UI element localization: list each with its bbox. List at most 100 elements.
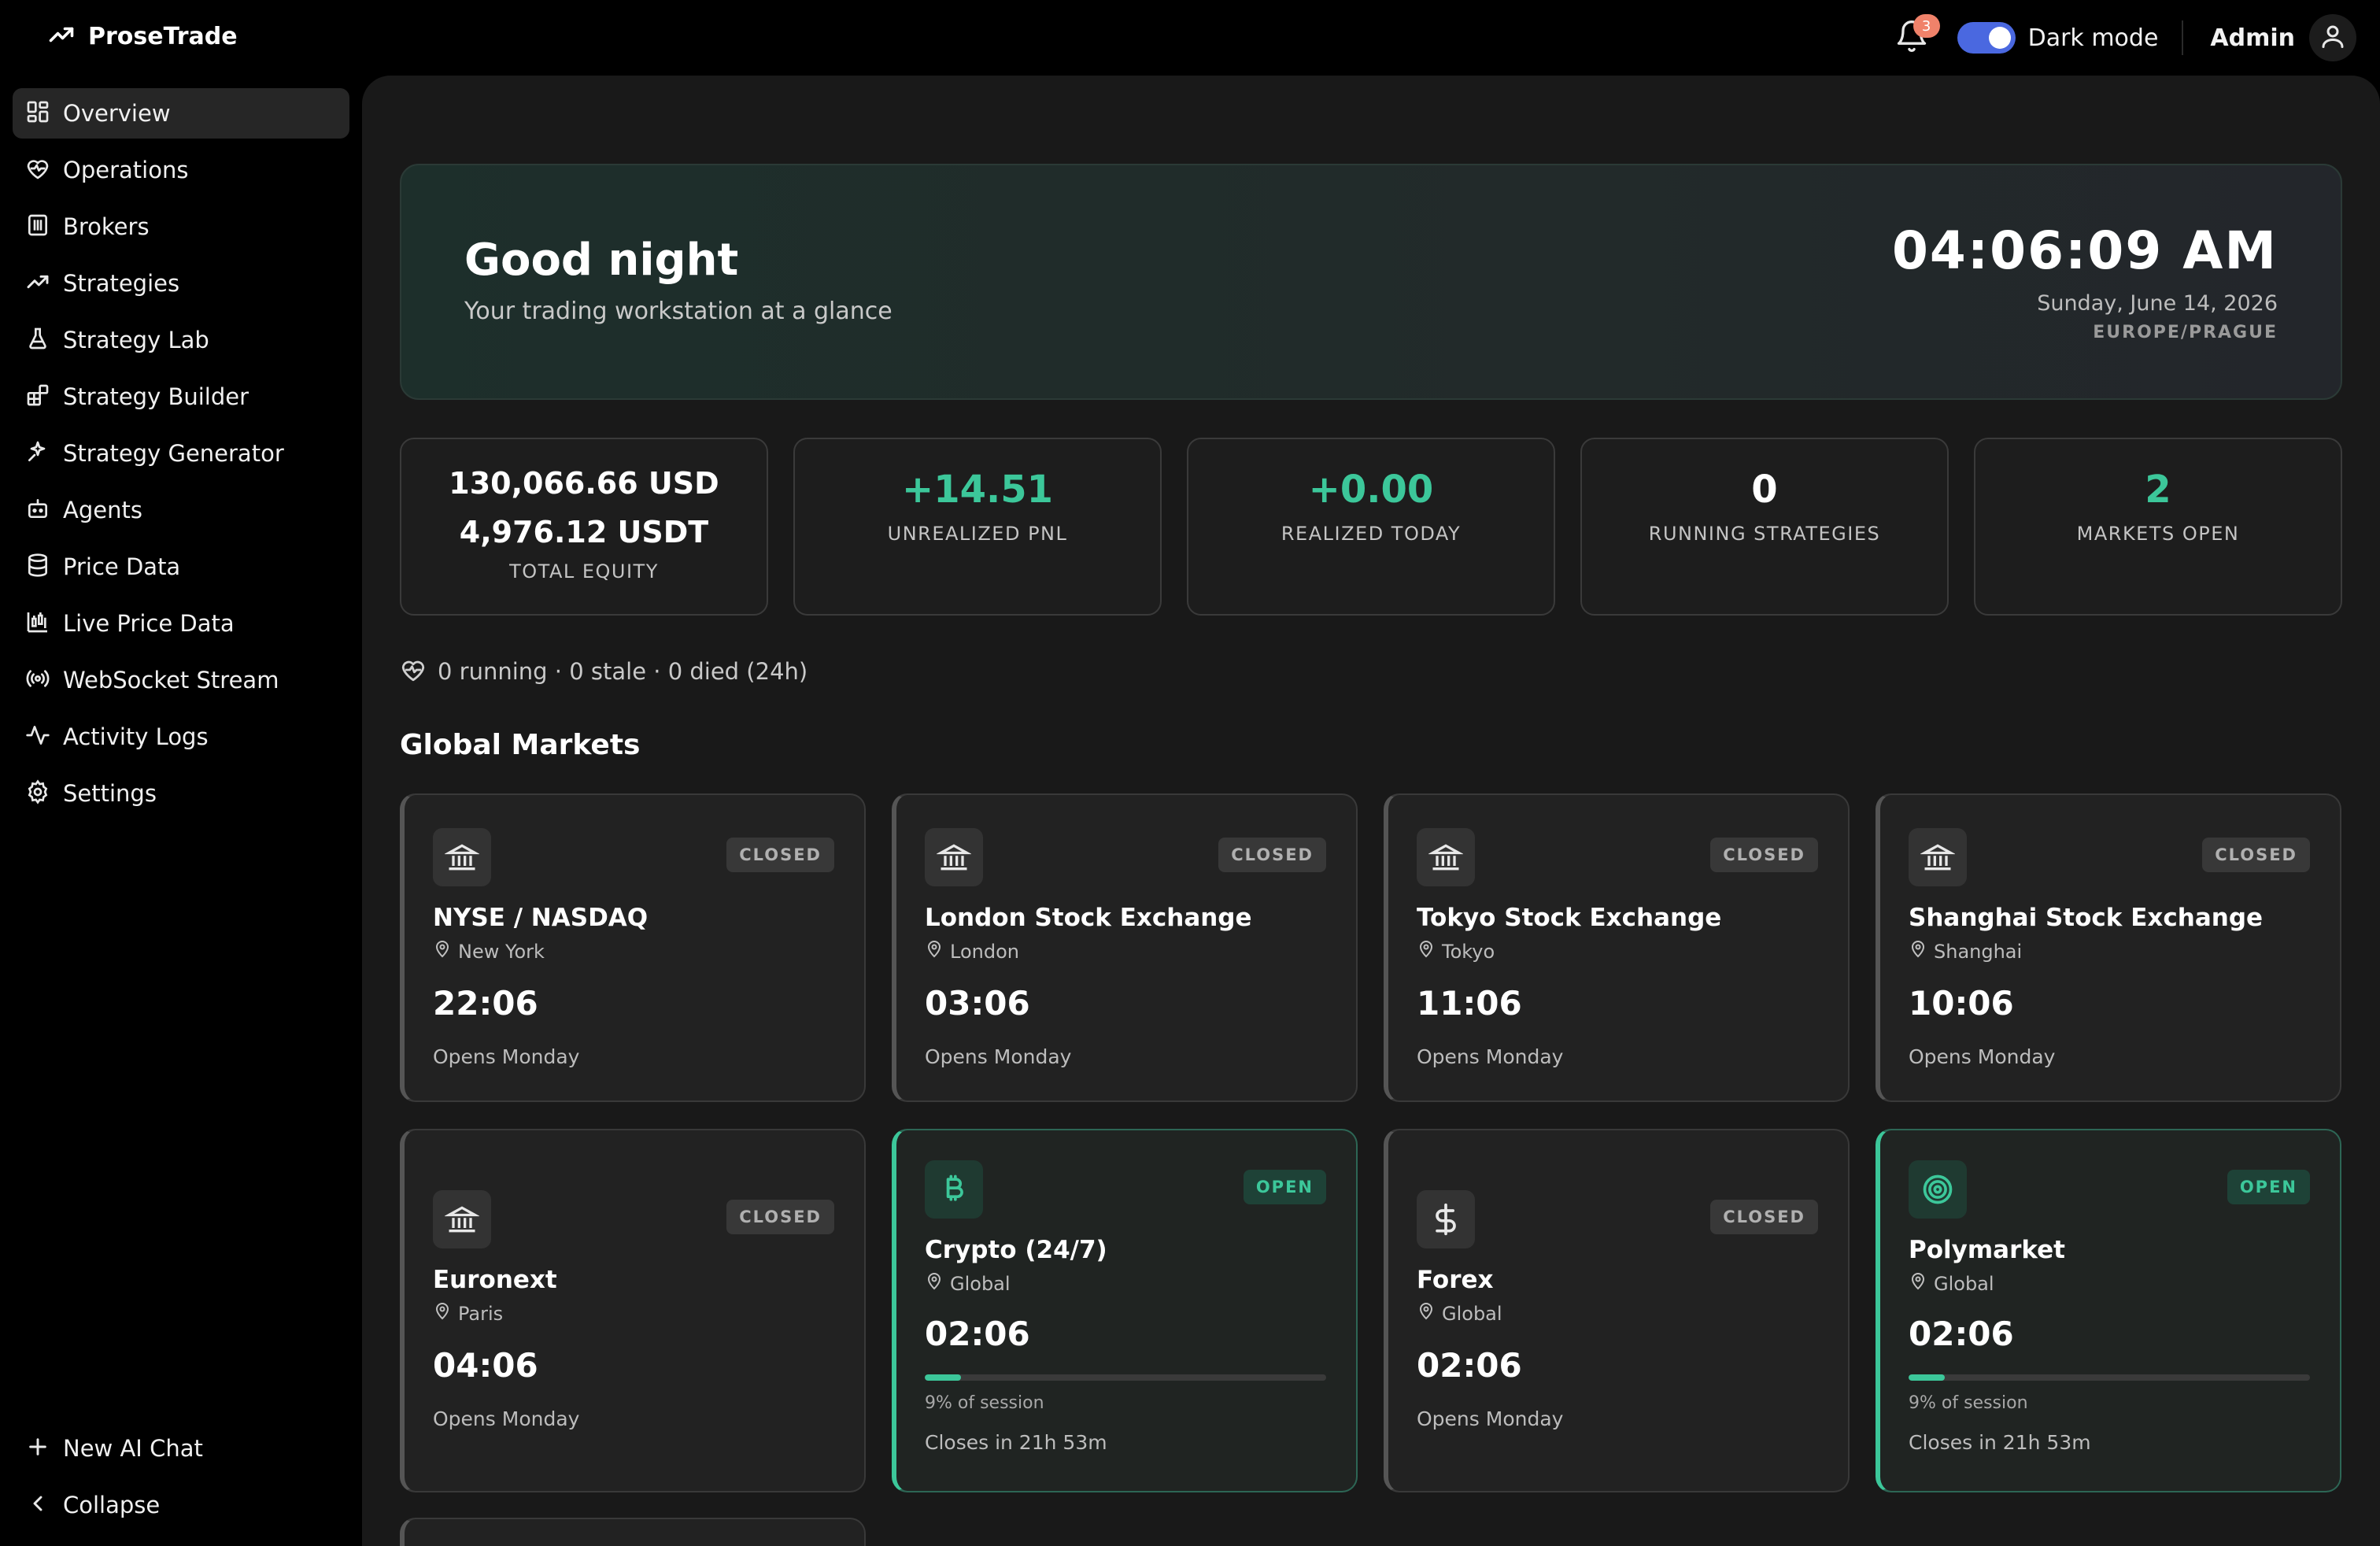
sidebar-item-websocket-stream[interactable]: WebSocket Stream: [13, 655, 349, 705]
market-card-euronext[interactable]: CLOSED Euronext Paris 04:06 Opens Monday: [400, 1129, 866, 1492]
market-name: Tokyo Stock Exchange: [1417, 904, 1722, 932]
bank-icon: [925, 828, 983, 886]
market-status-badge: OPEN: [2227, 1170, 2310, 1204]
greeting-subtitle: Your trading workstation at a glance: [464, 298, 893, 325]
bot-icon: [25, 496, 50, 524]
user-icon: [2319, 22, 2347, 54]
user-name[interactable]: Admin: [2210, 24, 2295, 52]
unrealized-pnl-caption: UNREALIZED PNL: [887, 523, 1068, 545]
sidebar-item-overview[interactable]: Overview: [13, 88, 349, 139]
map-pin-icon: [433, 940, 452, 963]
market-status-badge: CLOSED: [726, 1200, 834, 1234]
divider: [2182, 20, 2184, 55]
sidebar-item-operations[interactable]: Operations: [13, 145, 349, 195]
markets-open-caption: MARKETS OPEN: [2076, 523, 2240, 545]
health-text: 0 running · 0 stale · 0 died (24h): [438, 658, 808, 685]
sidebar-item-strategy-generator[interactable]: Strategy Generator: [13, 428, 349, 479]
bank-icon: [433, 828, 491, 886]
map-pin-icon: [433, 1302, 452, 1326]
brand-name: ProseTrade: [88, 22, 238, 50]
top-bar: ProseTrade 3 Dark mode Admin: [0, 0, 2380, 76]
sidebar-item-label: Strategy Builder: [63, 383, 249, 410]
market-status-badge: CLOSED: [726, 838, 834, 872]
sidebar-item-live-price-data[interactable]: Live Price Data: [13, 598, 349, 649]
market-name: Crypto (24/7): [925, 1236, 1107, 1264]
sidebar-item-settings[interactable]: Settings: [13, 768, 349, 819]
market-location: New York: [433, 940, 545, 963]
market-card-crypto[interactable]: OPEN Crypto (24/7) Global 02:06 9% of se…: [892, 1129, 1358, 1492]
grid-icon: [25, 99, 50, 128]
greeting-title: Good night: [464, 235, 739, 286]
market-name: London Stock Exchange: [925, 904, 1252, 932]
stat-total-equity: 130,066.66 USD 4,976.12 USDT TOTAL EQUIT…: [400, 438, 768, 616]
equity-caption: TOTAL EQUITY: [509, 560, 659, 583]
market-location-text: Global: [1934, 1273, 1994, 1295]
trending-up-icon: [25, 269, 50, 298]
dollar-icon: [1417, 1190, 1475, 1248]
bank-icon: [433, 1190, 491, 1248]
stat-realized-today: +0.00 REALIZED TODAY: [1187, 438, 1555, 616]
brand[interactable]: ProseTrade: [47, 20, 238, 52]
market-status-text: Closes in 21h 53m: [1909, 1431, 2091, 1454]
radio-icon: [25, 666, 50, 694]
market-local-time: 02:06: [925, 1315, 1030, 1353]
clock-time: 04:06:09 AM: [1891, 220, 2278, 281]
market-card-london[interactable]: CLOSED London Stock Exchange London 03:0…: [892, 793, 1358, 1102]
market-status-text: Opens Monday: [1417, 1407, 1564, 1430]
sidebar-item-label: Overview: [63, 100, 171, 127]
sidebar-item-label: Strategy Generator: [63, 440, 284, 467]
market-location: Shanghai: [1909, 940, 2022, 963]
sidebar-item-strategy-lab[interactable]: Strategy Lab: [13, 315, 349, 365]
session-progress-bar: [1909, 1374, 2310, 1381]
flask-icon: [25, 326, 50, 354]
new-ai-chat-button[interactable]: New AI Chat: [13, 1423, 349, 1474]
market-status-text: Opens Monday: [925, 1045, 1072, 1068]
sparkle-wand-icon: [25, 439, 50, 468]
sidebar-item-label: WebSocket Stream: [63, 667, 279, 693]
collapse-button[interactable]: Collapse: [13, 1480, 349, 1530]
market-card-forex[interactable]: CLOSED Forex Global 02:06 Opens Monday: [1384, 1129, 1850, 1492]
stat-unrealized-pnl: +14.51 UNREALIZED PNL: [793, 438, 1162, 616]
blocks-icon: [25, 383, 50, 411]
chevron-left-icon: [25, 1491, 50, 1519]
heart-pulse-icon: [400, 656, 427, 686]
map-pin-icon: [1909, 1272, 1927, 1296]
session-progress-bar: [925, 1374, 1326, 1381]
market-card-nyse[interactable]: CLOSED NYSE / NASDAQ New York 22:06 Open…: [400, 793, 866, 1102]
market-card-polymarket[interactable]: OPEN Polymarket Global 02:06 9% of sessi…: [1876, 1129, 2341, 1492]
sidebar-item-strategy-builder[interactable]: Strategy Builder: [13, 372, 349, 422]
sidebar-item-price-data[interactable]: Price Data: [13, 542, 349, 592]
avatar[interactable]: [2309, 14, 2356, 61]
new-ai-chat-label: New AI Chat: [63, 1435, 203, 1462]
sidebar-item-agents[interactable]: Agents: [13, 485, 349, 535]
market-location: Global: [1909, 1272, 1994, 1296]
market-card-tokyo[interactable]: CLOSED Tokyo Stock Exchange Tokyo 11:06 …: [1384, 793, 1850, 1102]
market-status-text: Opens Monday: [433, 1045, 580, 1068]
market-status-badge: CLOSED: [1710, 1200, 1818, 1234]
market-location-text: Shanghai: [1934, 941, 2023, 963]
market-status-badge: CLOSED: [2202, 838, 2310, 872]
building-icon: [25, 213, 50, 241]
sidebar-item-activity-logs[interactable]: Activity Logs: [13, 712, 349, 762]
dark-mode-toggle[interactable]: [1957, 22, 2016, 54]
sidebar-item-label: Operations: [63, 157, 189, 183]
market-local-time: 02:06: [1417, 1346, 1522, 1385]
session-progress-fill: [925, 1374, 961, 1381]
market-status-text: Opens Monday: [1417, 1045, 1564, 1068]
market-local-time: 11:06: [1417, 984, 1522, 1023]
sidebar-item-strategies[interactable]: Strategies: [13, 258, 349, 309]
stat-running-strategies: 0 RUNNING STRATEGIES: [1580, 438, 1949, 616]
notifications-button[interactable]: 3: [1890, 14, 1940, 60]
realized-today-value: +0.00: [1308, 468, 1434, 512]
market-card-shanghai[interactable]: CLOSED Shanghai Stock Exchange Shanghai …: [1876, 793, 2341, 1102]
collapse-label: Collapse: [63, 1492, 161, 1518]
trending-up-icon: [47, 20, 76, 52]
market-name: Polymarket: [1909, 1236, 2065, 1264]
market-name: Forex: [1417, 1266, 1494, 1294]
market-location-text: Tokyo: [1442, 941, 1495, 963]
map-pin-icon: [1909, 940, 1927, 963]
session-progress-fill: [1909, 1374, 1945, 1381]
market-card-partial[interactable]: [400, 1518, 866, 1546]
sidebar-item-brokers[interactable]: Brokers: [13, 202, 349, 252]
candlestick-icon: [25, 609, 50, 638]
